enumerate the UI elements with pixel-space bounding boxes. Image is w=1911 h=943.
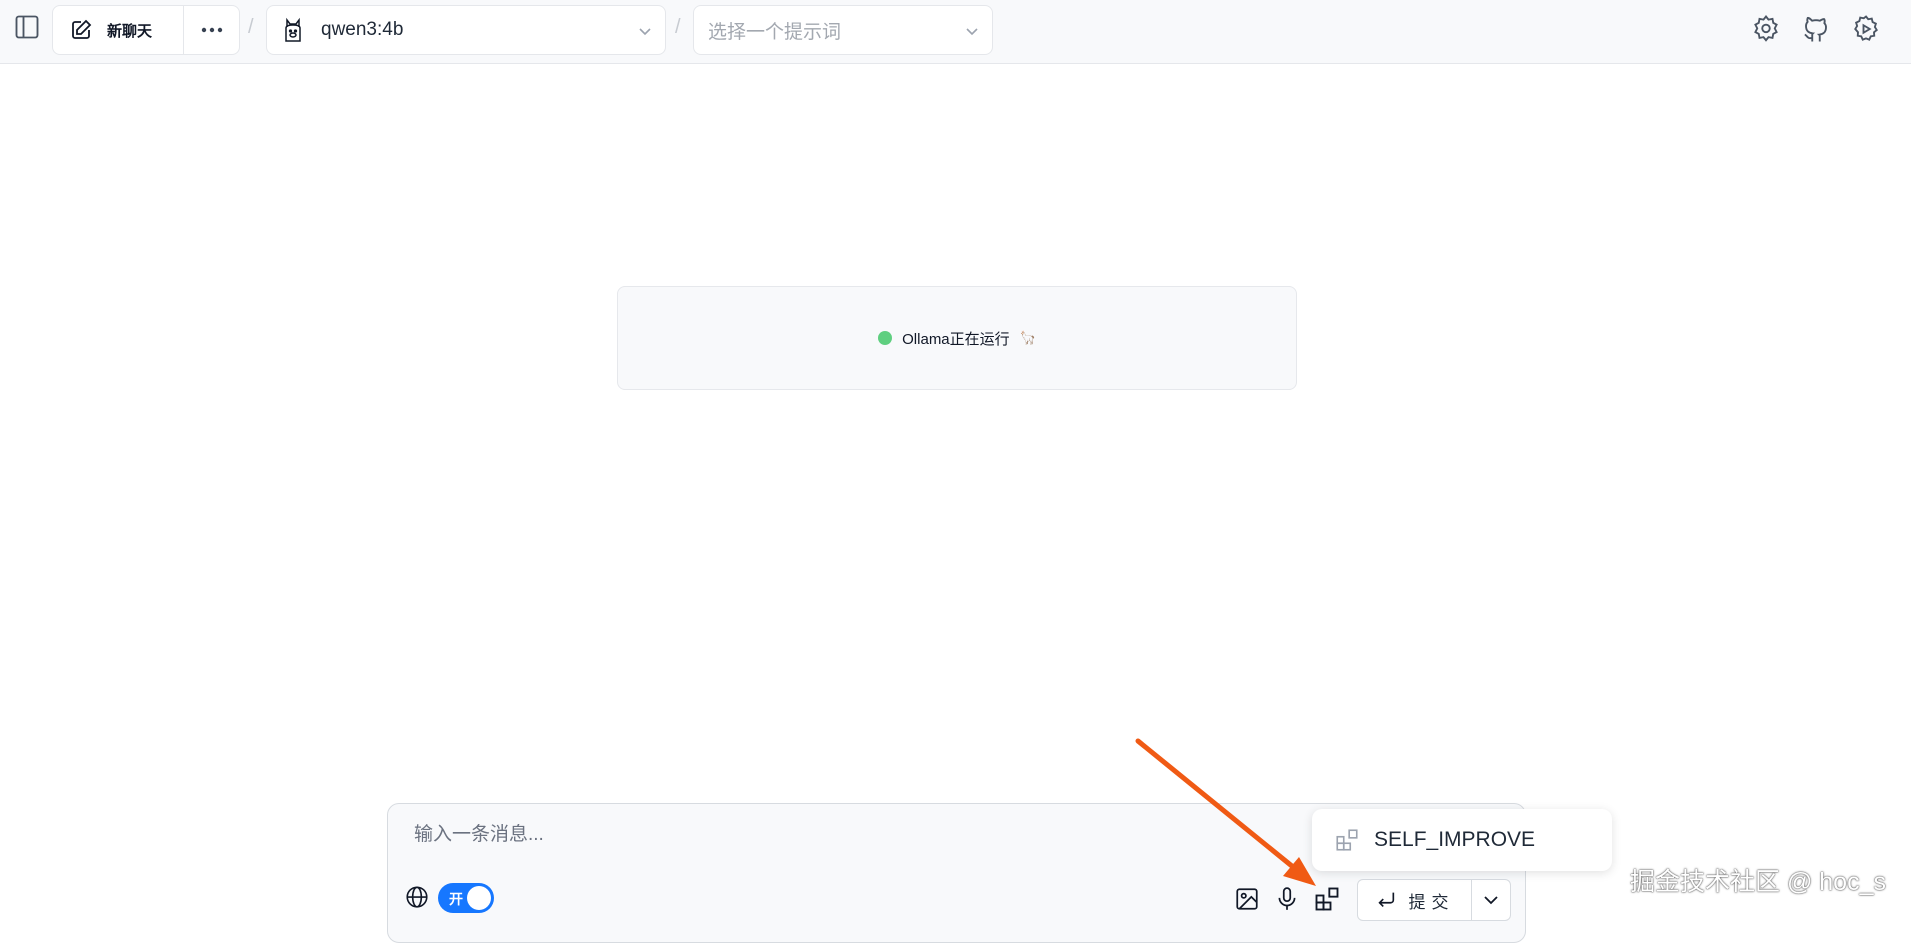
more-options-button[interactable] — [184, 6, 239, 54]
web-search-toggle[interactable]: 开 — [438, 883, 494, 913]
annotation-arrow — [1135, 738, 1316, 886]
enter-icon — [1377, 892, 1394, 908]
new-chat-label: 新聊天 — [107, 22, 153, 40]
toggle-knob — [467, 886, 491, 910]
message-input[interactable] — [414, 824, 1114, 846]
llama-icon — [285, 17, 301, 42]
sidebar-icon — [15, 15, 39, 39]
status-text: Ollama正在运行 — [902, 330, 1010, 348]
top-bar: 新聊天 / qwen3:4b / 选择一个提示词 — [0, 0, 1911, 64]
web-search-button[interactable] — [404, 884, 432, 912]
settings-button[interactable] — [1749, 12, 1783, 46]
submit-button[interactable]: 提交 — [1358, 880, 1472, 920]
plugin-menu-item[interactable]: SELF_IMPROVE — [1312, 809, 1612, 871]
globe-icon — [406, 886, 428, 908]
chat-actions-group: 新聊天 — [52, 5, 240, 55]
toggle-label: 开 — [449, 891, 463, 907]
prompt-select[interactable]: 选择一个提示词 — [693, 5, 993, 55]
image-icon — [1236, 888, 1258, 910]
microphone-icon — [1278, 887, 1296, 910]
upload-image-button[interactable] — [1232, 884, 1262, 914]
new-chat-button[interactable]: 新聊天 — [53, 6, 184, 54]
github-icon — [1804, 16, 1827, 42]
breadcrumb-separator: / — [675, 16, 681, 38]
sidebar-toggle-button[interactable] — [10, 10, 44, 44]
github-button[interactable] — [1799, 12, 1833, 46]
submit-button-group: 提交 — [1357, 879, 1511, 921]
status-dot — [878, 331, 893, 345]
submit-options-button[interactable] — [1472, 880, 1510, 920]
chevron-down-icon — [639, 28, 651, 36]
watermark: 掘金技术社区 @ hoc_s — [1630, 868, 1886, 896]
apps-icon — [1315, 887, 1339, 911]
llama-emoji: 🦙 — [1019, 330, 1036, 345]
prompt-select-placeholder: 选择一个提示词 — [708, 21, 842, 43]
breadcrumb-separator: / — [248, 16, 254, 38]
chevron-down-icon — [1484, 896, 1498, 905]
status-card: Ollama正在运行 🦙 — [617, 286, 1297, 390]
edit-icon — [72, 19, 92, 39]
model-select[interactable]: qwen3:4b — [266, 5, 666, 55]
submit-label: 提交 — [1408, 892, 1455, 912]
model-select-value: qwen3:4b — [321, 19, 404, 40]
plugin-menu-item-label: SELF_IMPROVE — [1374, 828, 1536, 851]
chevron-down-icon — [966, 28, 978, 36]
apps-icon — [1336, 829, 1358, 851]
voice-input-button[interactable] — [1272, 884, 1302, 914]
more-icon — [201, 27, 222, 33]
gear-play-icon — [1854, 15, 1878, 41]
settings-icon — [1754, 14, 1778, 42]
preferences-button[interactable] — [1849, 12, 1883, 46]
plugins-button[interactable] — [1312, 884, 1342, 914]
